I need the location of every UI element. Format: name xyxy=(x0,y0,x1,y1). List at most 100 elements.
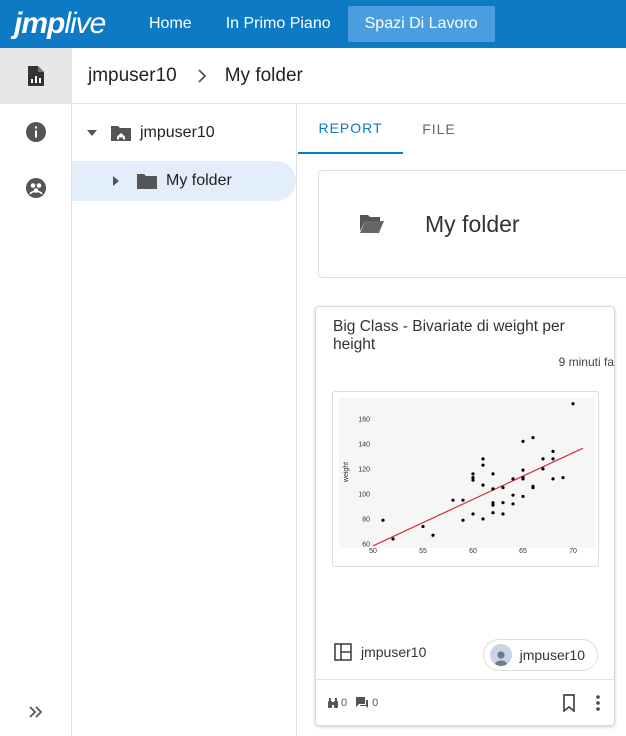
scatter-point xyxy=(471,472,475,476)
double-chevron-right-icon xyxy=(29,706,43,718)
scatter-point xyxy=(461,518,465,522)
open-folder-icon xyxy=(319,214,425,234)
scatter-point xyxy=(471,512,475,516)
scatter-point xyxy=(561,476,565,480)
scatter-point xyxy=(461,498,465,502)
scatter-point xyxy=(481,517,485,521)
scatter-point xyxy=(501,486,505,490)
scatter-point xyxy=(481,463,485,467)
report-thumbnail[interactable]: 60 80 100 120 140 160 50 55 60 65 70 weight xyxy=(332,391,599,567)
y-tick-label: 100 xyxy=(358,491,370,498)
views-count: 0 xyxy=(341,696,348,709)
x-tick-label: 55 xyxy=(419,548,427,555)
scatter-point xyxy=(501,501,505,505)
scatter-point xyxy=(491,487,495,491)
binoculars-icon xyxy=(328,697,338,708)
user-chip-name: jmpuser10 xyxy=(519,647,585,663)
scatter-point xyxy=(511,477,515,481)
scatter-point xyxy=(431,533,435,537)
folder-header-title: My folder xyxy=(425,210,520,237)
y-tick-label: 80 xyxy=(362,516,370,523)
scatter-point xyxy=(421,524,425,529)
report-card-footer: 0 0 xyxy=(316,679,614,725)
scatter-point xyxy=(381,518,385,522)
tree-item-my-folder[interactable]: My folder xyxy=(72,161,296,201)
jmp-live-logo[interactable]: jmp live xyxy=(0,0,132,48)
scatter-point xyxy=(511,502,515,506)
scatter-point xyxy=(501,512,505,516)
group-icon xyxy=(26,178,46,198)
tree-item-root-label: jmpuser10 xyxy=(140,124,215,141)
views-stat: 0 xyxy=(327,697,347,709)
scatter-point xyxy=(491,472,495,476)
y-axis-label: weight xyxy=(343,462,350,483)
breadcrumb: jmpuser10 My folder xyxy=(72,48,626,104)
user-chip[interactable]: jmpuser10 xyxy=(482,639,598,671)
comments-stat: 0 xyxy=(355,696,378,709)
report-title[interactable]: Big Class - Bivariate di weight per heig… xyxy=(333,318,603,354)
rail-group-button[interactable] xyxy=(0,160,72,216)
bookmark-icon[interactable] xyxy=(562,693,576,712)
plot-frame xyxy=(339,398,595,548)
scatter-point xyxy=(531,486,535,490)
y-tick-label: 160 xyxy=(358,416,370,423)
breadcrumb-item-current: My folder xyxy=(224,64,303,86)
tab-file[interactable]: FILE xyxy=(403,104,475,154)
scatter-point xyxy=(551,449,555,453)
nav-spazi-di-lavoro[interactable]: Spazi Di Lavoro xyxy=(347,6,495,42)
card-actions xyxy=(562,693,600,712)
y-tick-label: 140 xyxy=(358,441,370,448)
x-tick-label: 60 xyxy=(469,548,477,555)
folder-header-card: My folder xyxy=(318,170,626,278)
scatter-point xyxy=(551,477,555,481)
report-icon xyxy=(28,66,44,86)
scatter-point xyxy=(521,494,525,499)
more-vertical-icon[interactable] xyxy=(596,694,600,711)
comments-count: 0 xyxy=(372,696,379,709)
breadcrumb-item-root[interactable]: jmpuser10 xyxy=(88,65,177,87)
rail-info-button[interactable] xyxy=(0,104,72,160)
x-tick-label: 70 xyxy=(569,548,577,555)
tree-item-root[interactable]: jmpuser10 xyxy=(72,113,296,153)
caret-down-icon[interactable] xyxy=(86,129,100,137)
rail-expand-button[interactable] xyxy=(0,694,72,730)
folder-tree: jmpuser10 My folder xyxy=(72,104,297,736)
home-folder-icon xyxy=(110,124,132,142)
comments-icon xyxy=(356,697,369,708)
scatter-point xyxy=(511,493,515,497)
scatter-point xyxy=(571,402,575,406)
avatar xyxy=(489,644,512,666)
scatter-chart: 608010012014016050 55 60 65 70weight xyxy=(339,398,595,555)
nav-in-primo-piano[interactable]: In Primo Piano xyxy=(209,6,348,42)
layout-icon xyxy=(334,643,352,661)
top-app-bar: jmp live Home In Primo Piano Spazi Di Lav… xyxy=(0,0,626,48)
report-card[interactable]: Big Class - Bivariate di weight per heig… xyxy=(315,306,615,726)
info-icon xyxy=(26,122,46,142)
logo-sub-text: live xyxy=(64,7,106,40)
scatter-point xyxy=(451,498,455,502)
main-nav: Home In Primo Piano Spazi Di Lavoro xyxy=(132,0,495,48)
scatter-point xyxy=(481,457,485,461)
logo-main-text: jmp xyxy=(14,7,65,40)
scatter-point xyxy=(521,476,525,480)
report-owner: jmpuser10 xyxy=(334,643,426,661)
person-icon xyxy=(493,651,508,666)
tab-report[interactable]: REPORT xyxy=(298,104,403,154)
scatter-point xyxy=(521,468,525,472)
folder-icon xyxy=(136,172,158,190)
scatter-point xyxy=(521,439,525,443)
chevron-right-icon xyxy=(197,68,207,83)
scatter-point xyxy=(471,476,475,480)
nav-home[interactable]: Home xyxy=(132,6,209,42)
rail-report-button[interactable] xyxy=(0,48,72,104)
scatter-point xyxy=(491,503,495,507)
content-tabs: REPORT FILE xyxy=(298,104,626,154)
scatter-point xyxy=(541,467,545,471)
report-owner-name: jmpuser10 xyxy=(361,644,427,660)
y-tick-label: 120 xyxy=(358,466,370,473)
report-timestamp: 9 minuti fa xyxy=(558,355,614,369)
scatter-point xyxy=(481,483,485,487)
caret-right-icon[interactable] xyxy=(112,175,126,187)
x-tick-label: 50 xyxy=(369,548,377,555)
left-rail xyxy=(0,48,72,736)
